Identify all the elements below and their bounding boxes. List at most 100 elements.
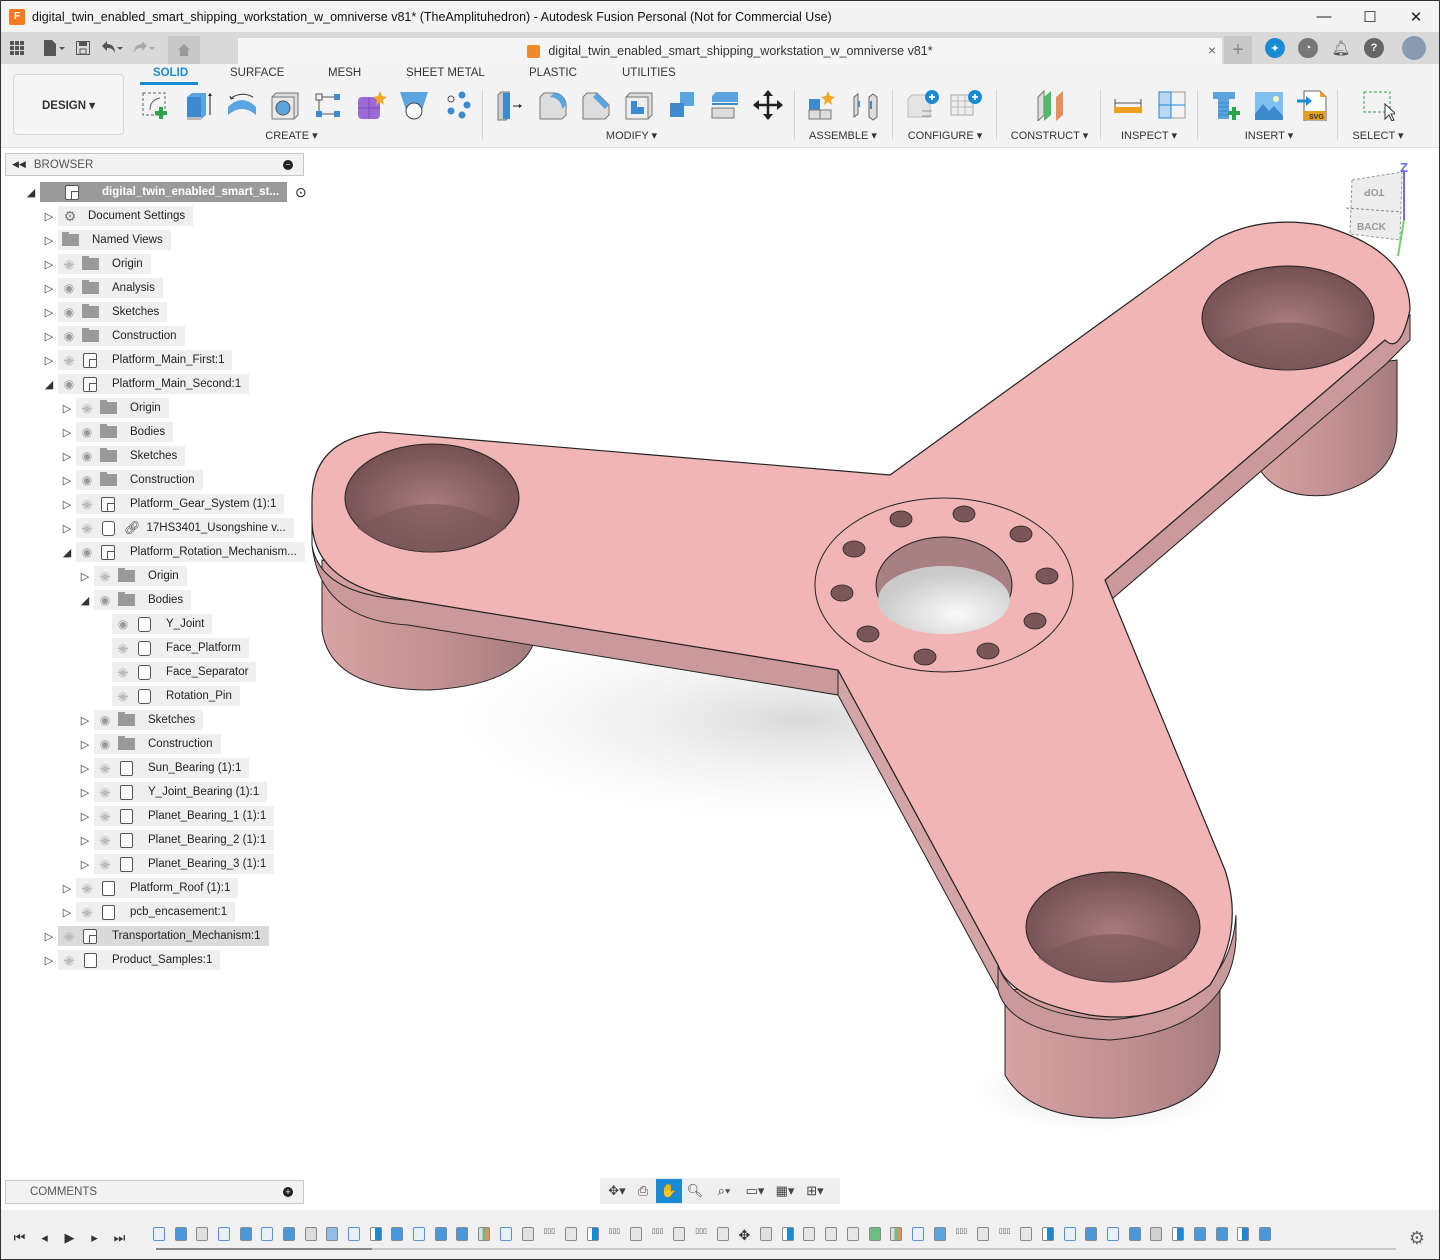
browser-item[interactable]: ◉ Y_Joint <box>94 614 213 634</box>
browser-item[interactable]: ◉ Rotation_Pin <box>94 686 240 706</box>
insert-svg-icon[interactable]: SVG <box>1290 86 1333 124</box>
visibility-eye-icon[interactable]: ◉ <box>94 737 116 751</box>
timeline-feature-component-icon[interactable] <box>191 1224 213 1244</box>
timeline-feature-extrude-icon[interactable] <box>452 1224 474 1244</box>
browser-item[interactable]: ▷ ◉ Planet_Bearing_1 (1):1 <box>76 806 275 826</box>
data-panel-grid-icon[interactable] <box>4 34 30 62</box>
select-window-icon[interactable] <box>1357 86 1400 124</box>
visibility-hidden-icon[interactable]: ◉ <box>94 833 116 847</box>
browser-item[interactable]: ▷ ◉ pcb_encasement:1 <box>58 902 236 922</box>
expand-arrow-icon[interactable]: ▷ <box>58 494 76 514</box>
save-icon[interactable] <box>70 34 96 62</box>
browser-item[interactable]: ▷ ◉ Origin <box>76 566 187 586</box>
close-tab-icon[interactable]: × <box>1208 42 1216 58</box>
browser-item-body[interactable]: ◉ Face_Separator <box>112 662 257 682</box>
timeline-feature-sketch-icon[interactable] <box>148 1224 170 1244</box>
timeline-feature-component-icon[interactable] <box>755 1224 777 1244</box>
browser-item[interactable]: ▷ ◉ Platform_Roof (1):1 <box>58 878 239 898</box>
timeline-feature-sketch-icon[interactable] <box>1102 1224 1124 1244</box>
expand-arrow-icon[interactable]: ▷ <box>58 422 76 442</box>
timeline-feature-group-icon[interactable]: ▯▯▯ <box>994 1224 1016 1244</box>
expand-arrow-icon[interactable]: ▷ <box>40 254 58 274</box>
browser-item-body[interactable]: ◉ Origin <box>58 254 151 274</box>
undo-icon[interactable] <box>96 34 128 62</box>
expand-arrow-icon[interactable]: ▷ <box>76 854 94 874</box>
timeline-feature-fillet-icon[interactable] <box>300 1224 322 1244</box>
create-menu[interactable]: CREATE ▾ <box>104 129 479 142</box>
home-icon[interactable] <box>168 36 200 64</box>
visibility-hidden-icon[interactable]: ◉ <box>94 857 116 871</box>
browser-item[interactable]: ◢ ◉ Bodies <box>76 590 192 610</box>
browser-item-body[interactable]: ◉ Analysis <box>58 278 163 298</box>
joint-icon[interactable] <box>843 86 886 124</box>
collapse-arrow-icon[interactable]: ◢ <box>58 542 76 562</box>
expand-arrow-icon[interactable]: ▷ <box>40 302 58 322</box>
browser-item-body[interactable]: ◉ Sketches <box>58 302 168 322</box>
expand-arrow-icon[interactable]: ▷ <box>58 398 76 418</box>
browser-item[interactable]: ▷ ◉ Origin <box>58 398 169 418</box>
expand-arrow-icon[interactable]: ▷ <box>58 902 76 922</box>
tab-utilities[interactable]: UTILITIES <box>622 67 676 79</box>
timeline-feature-extrude-icon[interactable] <box>1189 1224 1211 1244</box>
browser-item[interactable]: ▷ ◉ Sketches <box>58 446 186 466</box>
visibility-hidden-icon[interactable]: ◉ <box>94 785 116 799</box>
expand-arrow-icon[interactable]: ▷ <box>76 830 94 850</box>
timeline-feature-joint-copy-icon[interactable] <box>820 1224 842 1244</box>
help-icon[interactable]: ? <box>1364 38 1384 58</box>
timeline-feature-sketch-icon[interactable] <box>213 1224 235 1244</box>
visibility-eye-icon[interactable]: ◉ <box>58 377 80 391</box>
collapse-arrow-icon[interactable]: ◢ <box>40 374 58 394</box>
timeline-feature-joint-copy-icon[interactable] <box>799 1224 821 1244</box>
expand-arrow-icon[interactable]: ▷ <box>58 878 76 898</box>
timeline-feature-sketch-icon[interactable] <box>907 1224 929 1244</box>
browser-item-body[interactable]: ◉ Product_Samples:1 <box>58 950 221 970</box>
insert-canvas-icon[interactable] <box>1247 86 1290 124</box>
browser-item[interactable]: ▷ ◉ Sketches <box>40 302 168 322</box>
timeline-feature-group-icon[interactable]: ▯▯▯ <box>603 1224 625 1244</box>
job-status-icon[interactable]: ◔ <box>1298 38 1318 58</box>
viewcube-back-face[interactable]: BACK <box>1357 222 1386 233</box>
browser-item[interactable]: ◉ Face_Platform <box>94 638 249 658</box>
browser-item-body[interactable]: ◉ Origin <box>76 398 169 418</box>
browser-item[interactable]: ▷ ◉ Y_Joint_Bearing (1):1 <box>76 782 268 802</box>
browser-item-body[interactable]: ◉ Sketches <box>76 446 186 466</box>
visibility-hidden-icon[interactable]: ◉ <box>94 761 116 775</box>
browser-item-body[interactable]: ◉ Origin <box>94 566 187 586</box>
pattern-rectangular-icon[interactable] <box>306 86 349 124</box>
visibility-eye-icon[interactable]: ◉ <box>94 593 116 607</box>
browser-item-body[interactable]: ◉ Transportation_Mechanism:1 <box>58 926 269 946</box>
configuration-table-icon[interactable] <box>943 86 986 124</box>
look-at-icon[interactable]: ⎙ <box>630 1179 656 1203</box>
timeline-feature-joint-icon[interactable] <box>582 1224 604 1244</box>
circular-pattern-icon[interactable] <box>435 86 478 124</box>
tab-mesh[interactable]: MESH <box>328 67 361 79</box>
browser-item-body[interactable]: ◉ Planet_Bearing_3 (1):1 <box>94 854 275 874</box>
expand-arrow-icon[interactable]: ▷ <box>58 446 76 466</box>
combine-icon[interactable] <box>660 86 703 124</box>
timeline-feature-group-icon[interactable]: ▯▯▯ <box>538 1224 560 1244</box>
timeline-feature-pattern-icon[interactable] <box>322 1224 344 1244</box>
visibility-eye-icon[interactable]: ◉ <box>76 545 98 559</box>
browser-item[interactable]: ▷ ◉ Planet_Bearing_3 (1):1 <box>76 854 275 874</box>
assemble-menu[interactable]: ASSEMBLE ▾ <box>800 129 886 142</box>
browser-item[interactable]: ▷ ◉ Construction <box>40 326 185 346</box>
chamfer-icon[interactable] <box>574 86 617 124</box>
browser-item[interactable]: ▷ ◉ Platform_Main_First:1 <box>40 350 233 370</box>
new-component-icon[interactable] <box>800 86 843 124</box>
browser-item[interactable]: ▷ ◉ Platform_Gear_System (1):1 <box>58 494 285 514</box>
browser-item-body[interactable]: Named Views <box>58 230 171 250</box>
maximize-button[interactable]: ☐ <box>1347 1 1393 32</box>
timeline-feature-group-icon[interactable]: ▯▯▯ <box>690 1224 712 1244</box>
inspect-menu[interactable]: INSPECT ▾ <box>1106 129 1192 142</box>
timeline-feature-move-icon[interactable]: ✥ <box>734 1224 756 1244</box>
revolve-icon[interactable] <box>220 86 263 124</box>
visibility-hidden-icon[interactable]: ◉ <box>76 497 98 511</box>
timeline-feature-joint-copy-icon[interactable] <box>625 1224 647 1244</box>
measure-icon[interactable] <box>1106 86 1149 124</box>
timeline-feature-plane-icon[interactable] <box>473 1224 495 1244</box>
zoom-icon[interactable]: 🔍︎ <box>682 1179 708 1203</box>
timeline-feature-joint-icon[interactable] <box>365 1224 387 1244</box>
visibility-eye-icon[interactable]: ◉ <box>76 425 98 439</box>
visibility-hidden-icon[interactable]: ◉ <box>76 881 98 895</box>
browser-item-body[interactable]: ◉ Platform_Main_Second:1 <box>58 374 250 394</box>
